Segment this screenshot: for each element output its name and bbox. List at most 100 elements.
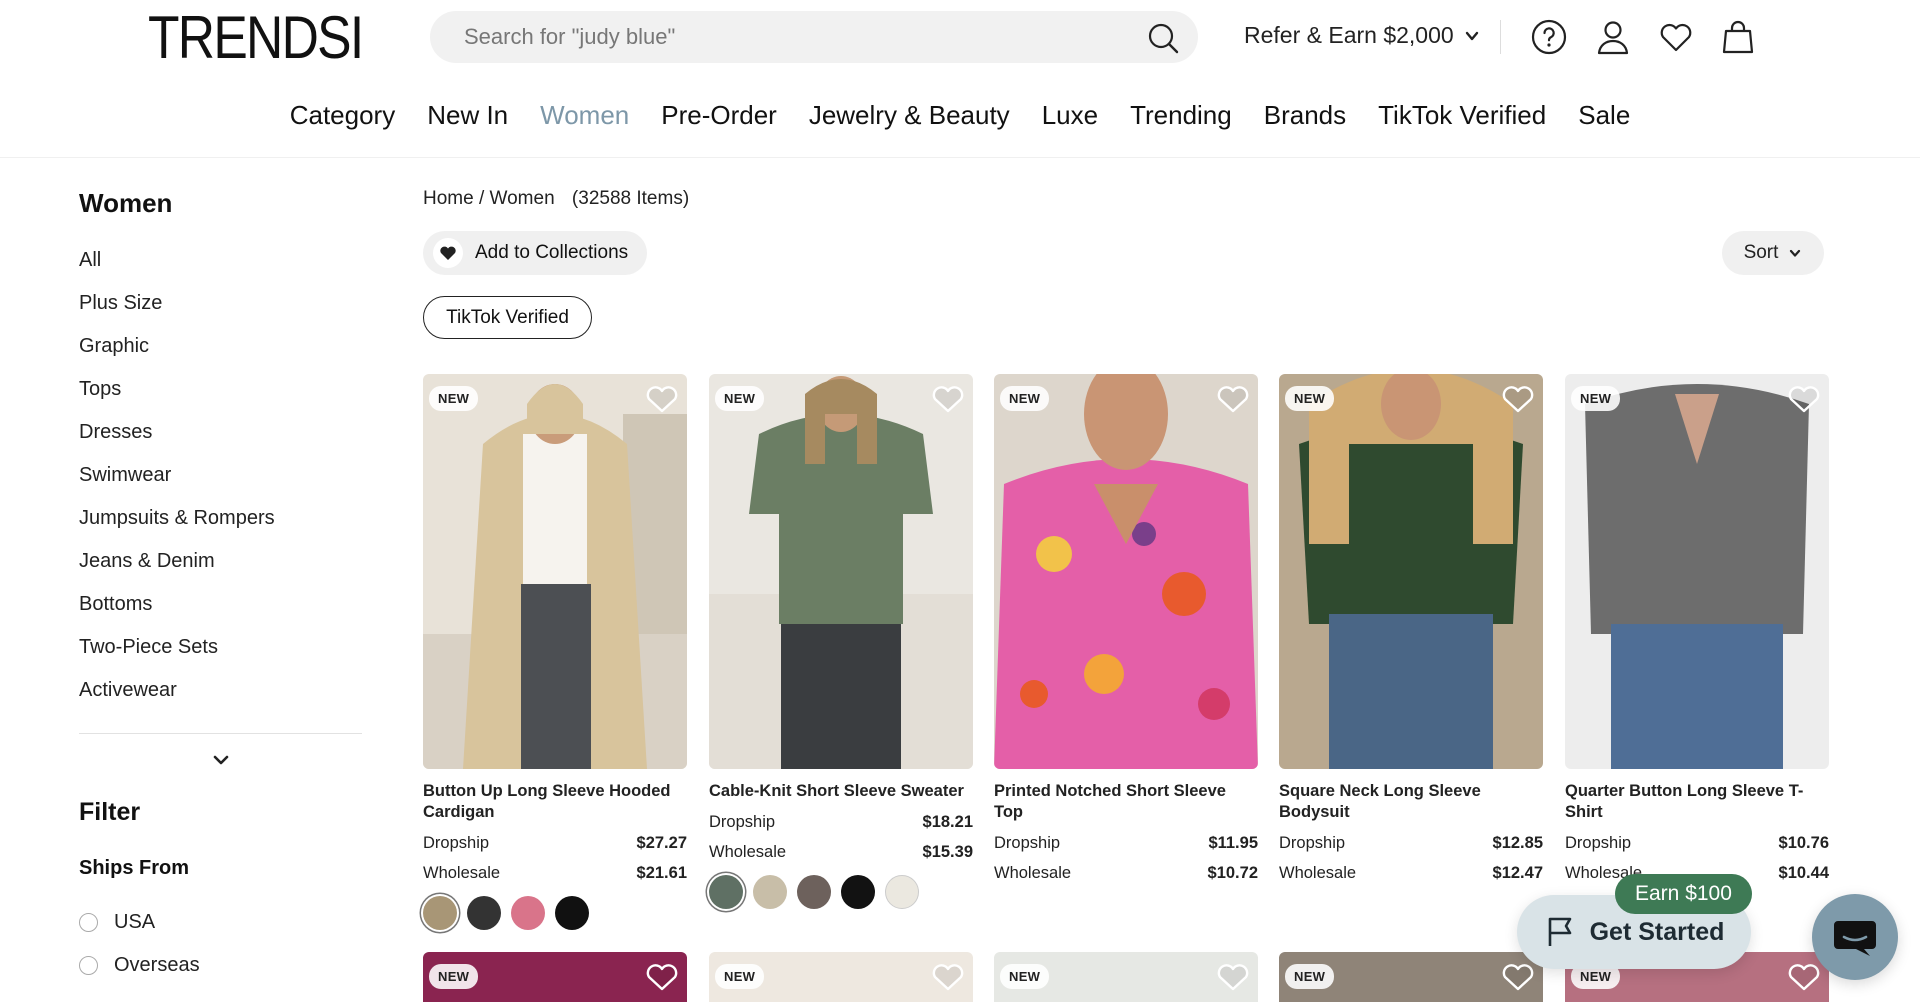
sidebar-item-jumpsuits-rompers[interactable]: Jumpsuits & Rompers [79, 506, 275, 549]
account-icon[interactable] [1594, 18, 1632, 56]
chevron-down-icon [1465, 31, 1478, 40]
wholesale-price: $10.72 [1207, 864, 1258, 882]
dropship-price: $27.27 [636, 834, 687, 852]
trendsi-logo[interactable]: TRENDSI [148, 8, 364, 68]
search-bar[interactable] [430, 11, 1198, 63]
favorite-heart-icon[interactable] [1501, 962, 1535, 992]
wholesale-price: $10.44 [1778, 864, 1829, 882]
nav-trending[interactable]: Trending [1114, 100, 1248, 131]
new-badge: NEW [715, 964, 765, 989]
product-name[interactable]: Printed Notched Short Sleeve Top [994, 781, 1258, 823]
wholesale-label: Wholesale [423, 864, 501, 882]
favorite-heart-icon[interactable] [1787, 384, 1821, 414]
favorite-heart-icon[interactable] [645, 962, 679, 992]
sidebar-item-bottoms[interactable]: Bottoms [79, 592, 275, 635]
help-icon[interactable] [1530, 18, 1568, 56]
favorite-heart-icon[interactable] [1787, 962, 1821, 992]
sidebar-item-swimwear[interactable]: Swimwear [79, 463, 275, 506]
sidebar-item-two-piece-sets[interactable]: Two-Piece Sets [79, 635, 275, 678]
sidebar-item-jeans-denim[interactable]: Jeans & Denim [79, 549, 275, 592]
refer-earn-dropdown[interactable]: Refer & Earn $2,000 [1244, 22, 1480, 49]
radio-button[interactable] [79, 956, 98, 975]
color-swatch[interactable] [709, 875, 743, 909]
add-to-collections-button[interactable]: Add to Collections [423, 231, 648, 275]
sidebar-item-dresses[interactable]: Dresses [79, 420, 275, 463]
product-name[interactable]: Quarter Button Long Sleeve T-Shirt [1565, 781, 1829, 823]
color-swatch[interactable] [467, 896, 501, 930]
product-name[interactable]: Square Neck Long Sleeve Bodysuit [1279, 781, 1543, 823]
new-badge: NEW [1285, 386, 1335, 411]
color-swatch[interactable] [753, 875, 787, 909]
favorite-heart-icon[interactable] [931, 962, 965, 992]
new-badge: NEW [429, 964, 479, 989]
search-input[interactable] [464, 24, 1104, 50]
product-image[interactable]: NEW [1565, 374, 1829, 769]
show-more-chevron-icon[interactable] [210, 749, 232, 771]
product-card[interactable]: NEW Printed Notched Short Sleeve Top Dro… [994, 374, 1258, 883]
color-swatch[interactable] [885, 875, 919, 909]
wholesale-label: Wholesale [994, 864, 1072, 882]
product-image[interactable]: NEW [994, 374, 1258, 769]
color-swatch[interactable] [555, 896, 589, 930]
favorite-heart-icon[interactable] [645, 384, 679, 414]
breadcrumb-path[interactable]: Home / Women [423, 188, 555, 209]
favorite-heart-icon[interactable] [1216, 962, 1250, 992]
color-swatch[interactable] [423, 896, 457, 930]
favorite-heart-icon[interactable] [1216, 384, 1250, 414]
ships-from-overseas-label: Overseas [114, 954, 200, 976]
product-card-partial[interactable]: NEW [1279, 952, 1543, 1002]
new-badge: NEW [715, 386, 765, 411]
color-swatch[interactable] [797, 875, 831, 909]
wishlist-heart-icon[interactable] [1657, 18, 1695, 56]
product-card[interactable]: NEW Quarter Button Long Sleeve T-Shirt D… [1565, 374, 1829, 883]
dropship-price-row: Dropship $11.95 [994, 834, 1258, 853]
dropship-price-row: Dropship $27.27 [423, 834, 687, 853]
sidebar-item-tops[interactable]: Tops [79, 377, 275, 420]
sidebar-item-graphic[interactable]: Graphic [79, 334, 275, 377]
product-image[interactable]: NEW [1279, 374, 1543, 769]
sidebar-item-all[interactable]: All [79, 248, 275, 291]
sidebar-item-activewear[interactable]: Activewear [79, 678, 275, 721]
product-card[interactable]: NEW Cable-Knit Short Sleeve Sweater Drop… [709, 374, 973, 909]
nav-sale[interactable]: Sale [1562, 100, 1646, 131]
product-image[interactable]: NEW [423, 374, 687, 769]
product-card-partial[interactable]: NEW [994, 952, 1258, 1002]
color-swatch[interactable] [511, 896, 545, 930]
nav-tiktok-verified[interactable]: TikTok Verified [1362, 100, 1562, 131]
wholesale-label: Wholesale [709, 843, 787, 861]
new-badge: NEW [1285, 964, 1335, 989]
product-image[interactable]: NEW [709, 374, 973, 769]
color-swatches [709, 875, 973, 909]
product-photo-cardigan [423, 374, 687, 769]
nav-women[interactable]: Women [524, 100, 645, 131]
ships-from-usa[interactable]: USA [79, 911, 155, 934]
earn-badge[interactable]: Earn $100 [1615, 874, 1752, 914]
color-swatch[interactable] [841, 875, 875, 909]
ships-from-overseas[interactable]: Overseas [79, 954, 200, 977]
wholesale-price-row: Wholesale $15.39 [709, 843, 973, 862]
wholesale-price: $15.39 [922, 843, 973, 861]
nav-category[interactable]: Category [274, 100, 412, 131]
shopping-bag-icon[interactable] [1719, 18, 1757, 56]
favorite-heart-icon[interactable] [931, 384, 965, 414]
sidebar-item-plus-size[interactable]: Plus Size [79, 291, 275, 334]
product-card-partial[interactable]: NEW [423, 952, 687, 1002]
dropship-label: Dropship [423, 834, 490, 852]
nav-jewelry-beauty[interactable]: Jewelry & Beauty [793, 100, 1026, 131]
product-name[interactable]: Button Up Long Sleeve Hooded Cardigan [423, 781, 687, 823]
dropship-label: Dropship [994, 834, 1061, 852]
product-name[interactable]: Cable-Knit Short Sleeve Sweater [709, 781, 973, 802]
nav-new-in[interactable]: New In [411, 100, 524, 131]
sort-dropdown[interactable]: Sort [1722, 231, 1824, 275]
radio-button[interactable] [79, 913, 98, 932]
nav-pre-order[interactable]: Pre-Order [645, 100, 793, 131]
search-icon[interactable] [1146, 21, 1180, 55]
nav-brands[interactable]: Brands [1248, 100, 1362, 131]
product-card[interactable]: NEW Button Up Long Sleeve Hooded Cardiga… [423, 374, 687, 930]
product-card[interactable]: NEW Square Neck Long Sleeve Bodysuit Dro… [1279, 374, 1543, 883]
nav-luxe[interactable]: Luxe [1026, 100, 1114, 131]
favorite-heart-icon[interactable] [1501, 384, 1535, 414]
tiktok-verified-chip[interactable]: TikTok Verified [423, 296, 592, 339]
chat-button[interactable] [1812, 894, 1898, 980]
product-card-partial[interactable]: NEW [709, 952, 973, 1002]
